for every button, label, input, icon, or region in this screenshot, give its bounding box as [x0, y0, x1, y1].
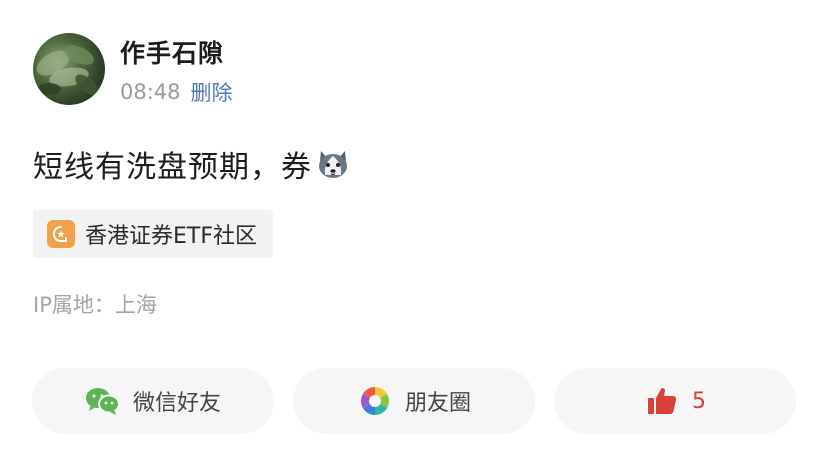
community-badge-icon — [47, 220, 75, 248]
husky-dog-emoji-icon — [316, 147, 350, 181]
post-content: 短线有洗盘预期，券 — [33, 142, 350, 186]
post-card: 作手石隙 08:48 删除 短线有洗盘预期，券 香港证券ETF社区 IP属地：上… — [0, 0, 828, 470]
community-tag[interactable]: 香港证券ETF社区 — [33, 210, 273, 258]
moments-icon — [357, 383, 393, 419]
post-time: 08:48 — [120, 80, 181, 104]
thumbs-up-icon — [644, 383, 680, 419]
post-meta: 08:48 删除 — [120, 77, 233, 107]
share-moments-label: 朋友圈 — [404, 391, 471, 416]
avatar-image — [36, 45, 99, 96]
avatar[interactable] — [33, 33, 105, 105]
share-moments-button[interactable]: 朋友圈 — [293, 368, 535, 434]
community-label: 香港证券ETF社区 — [85, 224, 257, 249]
post-text: 短线有洗盘预期，券 — [33, 150, 312, 185]
share-wechat-label: 微信好友 — [132, 391, 221, 416]
like-count: 5 — [692, 388, 706, 414]
delete-link[interactable]: 删除 — [191, 77, 233, 107]
ip-location: IP属地：上海 — [33, 293, 157, 317]
share-wechat-button[interactable]: 微信好友 — [32, 368, 274, 434]
wechat-icon — [85, 383, 121, 419]
like-button[interactable]: 5 — [554, 368, 796, 434]
username[interactable]: 作手石隙 — [120, 34, 224, 70]
